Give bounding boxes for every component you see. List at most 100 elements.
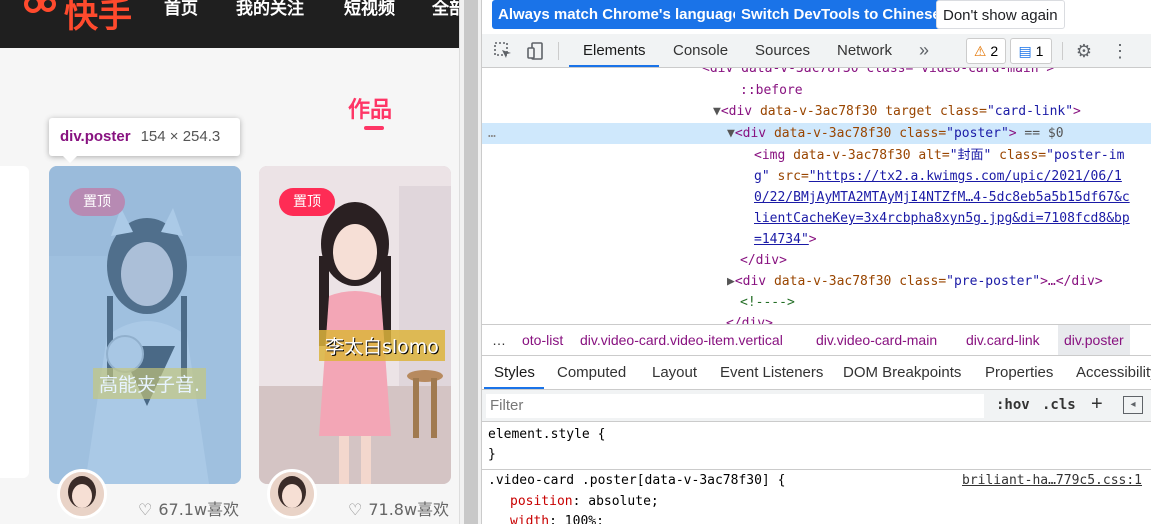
element-style-rule[interactable]: element.style { xyxy=(488,425,605,445)
video-card-1[interactable]: 置顶 高能夹子音. xyxy=(49,166,241,484)
tooltip-tag: div.poster xyxy=(60,128,131,145)
heart-icon[interactable]: ♡ xyxy=(348,500,362,519)
author-avatar[interactable] xyxy=(267,469,317,519)
tooltip-arrow xyxy=(62,155,78,163)
profile-side-card xyxy=(0,166,29,478)
rule-selector[interactable]: .video-card .poster[data-v-3ac78f30] { xyxy=(488,471,785,491)
dom-img-src-cont[interactable]: lientCacheKey=3x4rcbpha8xyn5g.jpg&di=710… xyxy=(754,208,1130,229)
rule-source-link[interactable]: briliant-ha…779c5.css:1 xyxy=(962,471,1142,491)
cls-toggle[interactable]: .cls xyxy=(1042,397,1076,413)
selected-node-ellipsis[interactable]: … xyxy=(488,123,496,144)
expand-triangle-icon[interactable]: ▼ xyxy=(713,104,721,119)
kuaishou-logo-icon xyxy=(24,0,56,13)
section-title-underline xyxy=(364,126,384,130)
subtab-computed[interactable]: Computed xyxy=(557,356,626,389)
dom-pseudo-before[interactable]: ::before xyxy=(740,80,803,101)
subtab-dom-breakpoints[interactable]: DOM Breakpoints xyxy=(843,356,961,389)
nav-short-video[interactable]: 短视频 xyxy=(344,0,395,19)
page-viewport: 快手 首页 我的关注 短视频 全部 作品 置顶 高能夹子音. 置顶 李太白slo… xyxy=(0,0,459,524)
nav-following[interactable]: 我的关注 xyxy=(236,0,304,19)
dom-node-pre-poster[interactable]: ▶<div data-v-3ac78f30 class="pre-poster"… xyxy=(727,271,1103,292)
active-subtab-indicator xyxy=(484,387,544,389)
dom-img-src-cont[interactable]: 0/22/BMjAyMTA2MTAyMjI4NTZfM…4-5dc8eb5a5b… xyxy=(754,187,1130,208)
nav-all[interactable]: 全部 xyxy=(432,0,459,19)
dom-node-card-link[interactable]: ▼<div data-v-3ac78f30 target class="card… xyxy=(713,101,1081,122)
tab-console[interactable]: Console xyxy=(673,34,728,67)
devtools-panel: Always match Chrome's language Switch De… xyxy=(481,0,1151,524)
more-tabs-icon[interactable]: » xyxy=(919,34,929,67)
subtab-accessibility[interactable]: Accessibility xyxy=(1076,356,1151,389)
dom-close-tag[interactable]: </div> xyxy=(740,250,787,271)
dom-img-src[interactable]: g" src="https://tx2.a.kwimgs.com/upic/20… xyxy=(754,166,1122,187)
pinned-badge: 置顶 xyxy=(69,188,125,216)
rule-close-brace: } xyxy=(488,447,496,462)
dom-node-poster-selected[interactable]: ▼<div data-v-3ac78f30 class="poster"> ==… xyxy=(727,123,1064,144)
new-rule-plus-icon[interactable]: + xyxy=(1091,393,1103,416)
message-icon: ▤ xyxy=(1018,43,1032,59)
breadcrumb-overflow[interactable]: … xyxy=(492,325,506,355)
tab-network[interactable]: Network xyxy=(837,34,892,67)
warnings-badge[interactable]: ⚠ 2 xyxy=(966,38,1006,64)
switch-chinese-button[interactable]: Switch DevTools to Chinese xyxy=(735,0,947,29)
styles-pane: element.style { } .video-card .poster[da… xyxy=(482,422,1151,524)
dom-close-tag[interactable]: </div> xyxy=(726,313,773,324)
dom-node-img[interactable]: <img data-v-3ac78f30 alt="封面" class="pos… xyxy=(754,145,1124,166)
subtab-layout[interactable]: Layout xyxy=(652,356,697,389)
toolbar-divider xyxy=(558,42,559,60)
page-scrollbar[interactable] xyxy=(459,0,481,524)
warnings-count: 2 xyxy=(990,43,999,59)
breadcrumb-item[interactable]: oto-list xyxy=(522,325,563,355)
video-caption: 李太白slomo xyxy=(319,330,445,361)
expand-triangle-icon[interactable]: ▼ xyxy=(727,126,735,141)
pinned-badge: 置顶 xyxy=(279,188,335,216)
breadcrumb-item[interactable]: div.video-card-main xyxy=(816,325,937,355)
dom-node[interactable]: <div data-v-3ac78f30 class="video-card-m… xyxy=(702,68,1054,79)
breadcrumb-item-active[interactable]: div.poster xyxy=(1058,325,1130,355)
likes-count: ♡ 67.1w喜欢 xyxy=(138,496,239,520)
dom-tree: <div data-v-3ac78f30 class="video-card-m… xyxy=(482,68,1151,324)
tab-elements[interactable]: Elements xyxy=(583,34,646,67)
subtab-properties[interactable]: Properties xyxy=(985,356,1053,389)
subtab-styles[interactable]: Styles xyxy=(494,356,535,389)
heart-icon[interactable]: ♡ xyxy=(138,500,152,519)
messages-badge[interactable]: ▤ 1 xyxy=(1010,38,1052,64)
filter-input[interactable]: Filter xyxy=(486,394,984,418)
likes-text: 67.1w喜欢 xyxy=(158,500,240,519)
dom-img-src-cont[interactable]: =14734"> xyxy=(754,229,817,250)
dont-show-again-button[interactable]: Don't show again xyxy=(936,0,1065,29)
settings-gear-icon[interactable]: ⚙ xyxy=(1074,41,1094,61)
tooltip-dimensions: 154 × 254.3 xyxy=(140,128,221,145)
active-tab-indicator xyxy=(569,65,659,67)
css-declaration[interactable]: width: 100%; xyxy=(510,512,604,524)
video-card-2[interactable]: 置顶 李太白slomo xyxy=(259,166,451,484)
avatar-image xyxy=(270,472,314,516)
site-logo-text[interactable]: 快手 xyxy=(64,0,132,37)
more-options-icon[interactable]: ⋮ xyxy=(1110,41,1130,61)
dom-comment[interactable]: <!----> xyxy=(740,292,795,313)
likes-text: 71.8w喜欢 xyxy=(368,500,450,519)
css-declaration[interactable]: position: absolute; xyxy=(510,492,659,512)
toggle-sidebar-icon[interactable]: ◂ xyxy=(1123,396,1143,414)
video-caption: 高能夹子音. xyxy=(93,368,207,399)
inspect-tooltip: div.poster 154 × 254.3 xyxy=(49,118,240,156)
tab-sources[interactable]: Sources xyxy=(755,34,810,67)
inspect-element-icon[interactable] xyxy=(493,41,513,61)
hov-toggle[interactable]: :hov xyxy=(996,397,1030,413)
match-language-button[interactable]: Always match Chrome's language xyxy=(492,0,747,29)
device-toolbar-icon[interactable] xyxy=(526,41,546,61)
section-title-works[interactable]: 作品 xyxy=(348,92,392,124)
dom-breadcrumb: … oto-list div.video-card.video-item.ver… xyxy=(482,324,1151,356)
breadcrumb-item[interactable]: div.video-card.video-item.vertical xyxy=(580,325,783,355)
breadcrumb-item[interactable]: div.card-link xyxy=(966,325,1040,355)
scrollbar-thumb[interactable] xyxy=(464,0,478,524)
rule-divider xyxy=(482,469,1151,470)
nav-home[interactable]: 首页 xyxy=(164,0,198,19)
avatar-image xyxy=(60,472,104,516)
collapse-triangle-icon[interactable]: ▶ xyxy=(727,274,735,289)
devtools-toolbar: Elements Console Sources Network » ⚠ 2 ▤… xyxy=(482,34,1151,68)
subtab-event-listeners[interactable]: Event Listeners xyxy=(720,356,823,389)
likes-count: ♡ 71.8w喜欢 xyxy=(348,496,449,520)
author-avatar[interactable] xyxy=(57,469,107,519)
styles-filter-bar: Filter :hov .cls + ◂ xyxy=(482,390,1151,422)
messages-count: 1 xyxy=(1035,43,1044,59)
